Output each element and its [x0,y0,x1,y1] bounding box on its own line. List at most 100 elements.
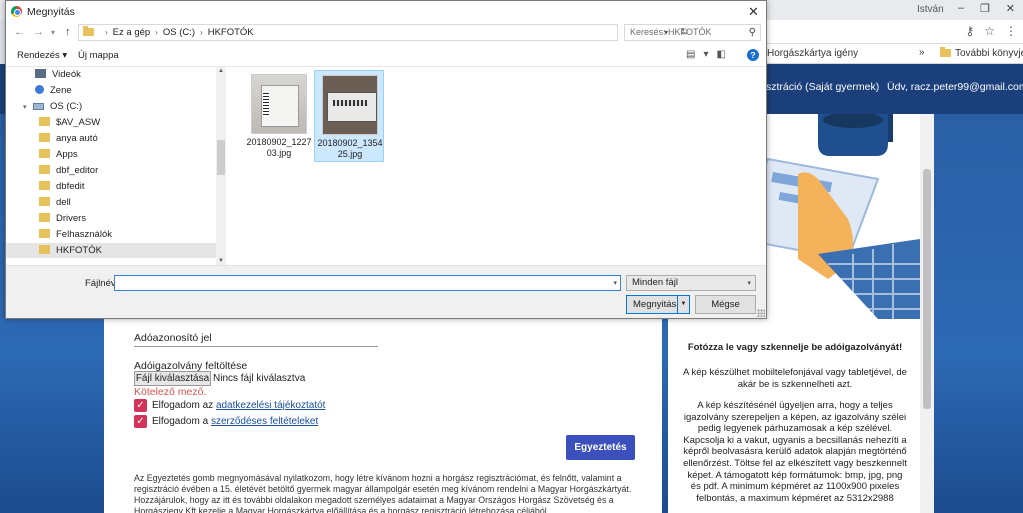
tree-item[interactable]: Zene [35,83,72,98]
breadcrumb-item[interactable]: HKFOTÓK [208,27,254,38]
file-type-value: Minden fájl [632,277,678,288]
help-icon[interactable]: ? [747,49,759,61]
cancel-button[interactable]: Mégse [695,295,756,314]
folder-icon [39,213,50,222]
chrome-icon [11,6,22,17]
tree-item-selected[interactable]: HKFOTÓK [6,243,216,258]
breadcrumb-item[interactable]: Ez a gép [113,27,151,38]
tax-id-input[interactable] [134,346,378,347]
open-button[interactable]: Megnyitás ▼ [626,295,690,314]
dialog-titlebar: Megnyitás ✕ [6,1,766,22]
tree-scrollbar[interactable]: ▲ ▼ [216,67,226,265]
chevron-down-icon: ▾ [747,280,751,287]
folder-icon [39,197,50,206]
navigation-row: ← → ▾ ↑ › Ez a gép › OS (C:) › HKFOTÓK ▾ ↻ Ke… [6,22,766,43]
dialog-title: Megnyitás [27,6,75,18]
close-icon[interactable]: ✕ [748,4,759,20]
file-item[interactable]: 20180902_122703.jpg [244,70,314,162]
resize-grip-icon[interactable] [757,309,765,317]
file-name: 20180902_135425.jpg [317,138,383,159]
open-file-dialog: Megnyitás ✕ ← → ▾ ↑ › Ez a gép › OS (C:) › HK… [5,0,767,319]
nav-item-registration[interactable]: sztráció (Saját gyermek) [766,81,879,93]
chevron-down-icon[interactable]: ▾ [703,49,708,60]
open-button-label: Megnyitás [633,299,677,310]
file-name: 20180902_122703.jpg [246,137,312,158]
scrollbar-thumb[interactable] [923,169,931,409]
browser-profile-name[interactable]: István [917,4,944,15]
folder-icon [39,149,50,158]
address-bar-icons: ⚷ ☆ ⋮ [965,24,1017,38]
key-icon[interactable]: ⚷ [965,24,974,38]
video-icon [35,69,46,78]
page-scrollbar[interactable] [920,114,934,513]
folder-icon [39,229,50,238]
bookmarks-more-button[interactable]: » [919,47,925,58]
consent-privacy-text: Elfogadom az adatkezelési tájékoztatót [152,400,326,411]
form-card: Adóazonosító jel Adóigazolvány feltöltés… [104,318,662,513]
breadcrumb-item[interactable]: OS (C:) [163,27,195,38]
breadcrumb[interactable]: › Ez a gép › OS (C:) › HKFOTÓK ▾ ↻ [78,24,688,41]
minimize-icon[interactable]: – [958,2,964,18]
tree-item[interactable]: $AV_ASW [39,115,100,130]
folder-icon [39,245,50,254]
image-thumbnail [251,74,307,134]
scroll-down-icon[interactable]: ▼ [218,258,224,264]
tree-item[interactable]: dell [39,195,71,210]
filename-input[interactable]: ▾ [114,275,621,291]
star-icon[interactable]: ☆ [984,24,995,38]
preview-pane-icon[interactable]: ◧ [716,49,725,60]
file-list: 20180902_122703.jpg 20180902_135425.jpg [227,67,766,265]
tree-item[interactable]: Videók [35,67,81,82]
view-options-icon[interactable]: ▤ [686,49,695,60]
organize-button[interactable]: Rendezés ▾ [17,50,67,61]
menu-icon[interactable]: ⋮ [1005,24,1017,38]
info-paragraph-1: A kép készülhet mobiltelefonjával vagy t… [683,367,907,390]
close-icon[interactable]: ✕ [1006,2,1015,18]
navigation-pane: Videók Zene ▾ OS (C:) $AV_ASW anya autó A… [6,67,226,265]
address-bar[interactable]: ⚷ ☆ ⋮ [767,20,1023,44]
dialog-footer: Fájlnév: ▾ Minden fájl ▾ Megnyitás ▼ Még… [6,265,766,318]
tree-item[interactable]: anya autó [39,131,98,146]
up-arrow-icon[interactable]: ↑ [65,26,71,38]
tree-item[interactable]: dbf_editor [39,163,98,178]
bookmarks-bar: Horgászkártya igény » További könyvjelző… [767,44,1023,64]
search-placeholder: Keresés: HKFOTÓK [630,27,712,37]
legal-disclaimer: Az Egyeztetés gomb megnyomásával nyilatk… [134,473,632,513]
folder-icon [39,117,50,126]
bookmark-folder-more[interactable]: További könyvjelzők [940,47,1023,59]
info-paragraph-2: A kép készítésénél ügyeljen arra, hogy a… [683,400,907,504]
tree-item[interactable]: Apps [39,147,78,162]
scroll-up-icon[interactable]: ▲ [218,68,224,74]
chevron-down-icon[interactable]: ▾ [23,100,33,115]
user-greeting[interactable]: Üdv, racz.peter99@gmail.com [887,81,1023,93]
consent-privacy-checkbox[interactable]: ✓ [134,399,147,412]
folder-icon [940,47,951,57]
reconcile-button[interactable]: Egyeztetés [566,435,635,460]
command-bar: Rendezés ▾ Új mappa ▤ ▾ ◧ ? [6,45,766,67]
tree-item[interactable]: ▾ OS (C:) [23,99,82,114]
maximize-icon[interactable]: ❐ [980,2,990,18]
consent-terms-text: Elfogadom a szerződéses feltételeket [152,416,319,427]
file-type-select[interactable]: Minden fájl ▾ [626,275,756,291]
search-input[interactable]: Keresés: HKFOTÓK ⚲ [624,24,761,41]
new-folder-button[interactable]: Új mappa [78,50,119,61]
file-item-selected[interactable]: 20180902_135425.jpg [314,70,384,162]
chevron-down-icon[interactable]: ▼ [677,296,689,313]
tree-item[interactable]: dbfedit [39,179,85,194]
terms-link[interactable]: szerződéses feltételeket [211,416,318,427]
bookmark-item[interactable]: Horgászkártya igény [767,48,858,59]
folder-icon [39,181,50,190]
privacy-policy-link[interactable]: adatkezelési tájékoztatót [216,400,326,411]
window-controls: – ❐ ✕ [950,2,1023,18]
required-field-error: Kötelező mező. [134,386,207,398]
forward-arrow-icon[interactable]: → [33,26,44,38]
chevron-down-icon[interactable]: ▾ [613,277,617,291]
recent-locations-icon[interactable]: ▾ [51,28,55,37]
tree-item[interactable]: Drivers [39,211,86,226]
consent-terms-checkbox[interactable]: ✓ [134,415,147,428]
choose-file-button[interactable]: Fájl kiválasztása [134,371,211,386]
drive-icon [33,103,44,110]
tree-item[interactable]: Felhasználók [39,227,112,242]
back-arrow-icon[interactable]: ← [14,26,25,38]
scrollbar-thumb[interactable] [217,140,225,175]
